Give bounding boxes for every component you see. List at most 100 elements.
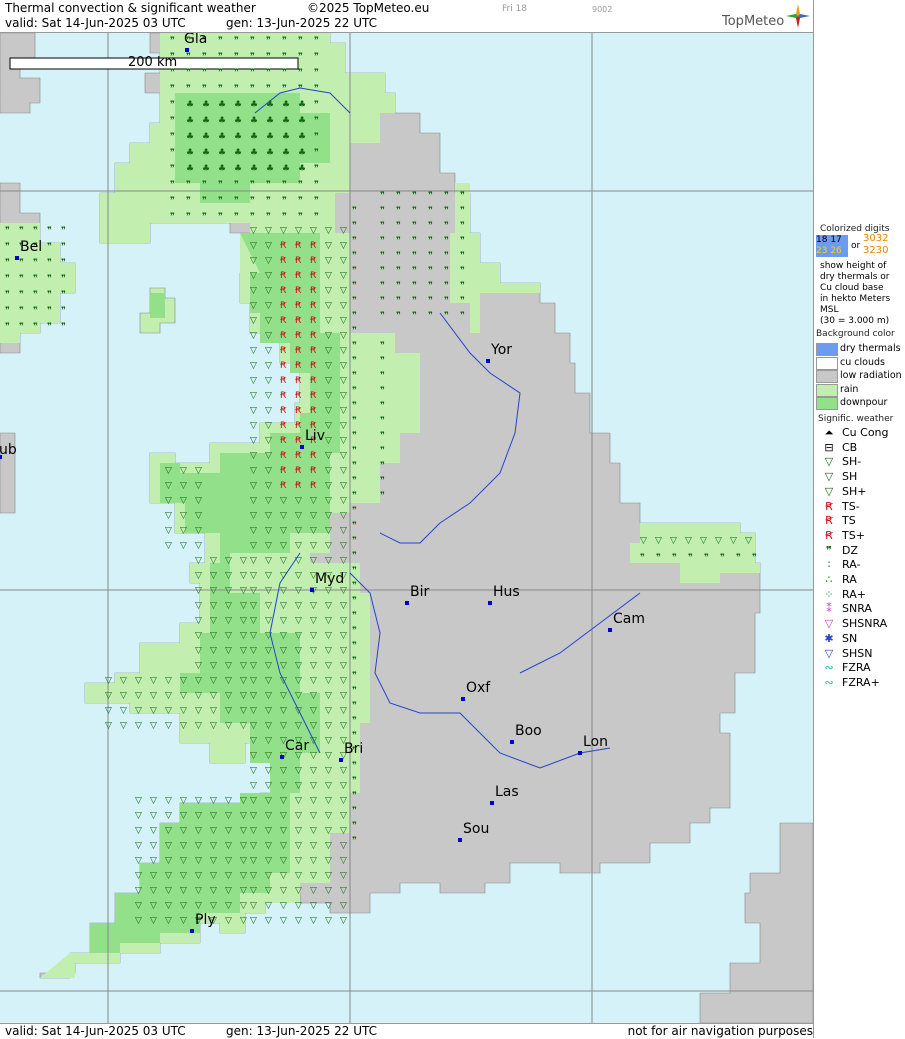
shower-symbol: ▽ xyxy=(310,901,317,911)
city-marker xyxy=(461,697,465,701)
drizzle-symbol: ❞ xyxy=(380,341,385,351)
drizzle-symbol: ❞ xyxy=(218,84,223,94)
shower-symbol: ▽ xyxy=(310,781,317,791)
shower-symbol: ▽ xyxy=(325,736,332,746)
drizzle-symbol: ❞ xyxy=(428,296,433,306)
thunderstorm-symbol: Ꞧ xyxy=(295,376,302,386)
shower-symbol: ▽ xyxy=(295,661,302,671)
thunderstorm-symbol: Ꞧ xyxy=(280,346,287,356)
shower-symbol: ▽ xyxy=(340,541,347,551)
valid-time: valid: Sat 14-Jun-2025 03 UTC xyxy=(5,16,186,30)
shower-symbol: ▽ xyxy=(150,916,157,926)
map-title: Thermal convection & significant weather xyxy=(5,1,256,15)
shower-symbol: ▽ xyxy=(310,721,317,731)
shower-symbol: ▽ xyxy=(310,661,317,671)
shower-symbol: ▽ xyxy=(180,901,187,911)
legend-symbol-icon: ⁘ xyxy=(824,587,834,601)
drizzle-symbol: ❞ xyxy=(444,296,449,306)
legend-digits-b1: 3230 xyxy=(863,245,889,256)
shower-symbol: ▽ xyxy=(265,841,272,851)
shower-symbol: ▽ xyxy=(310,541,317,551)
shower-symbol: ▽ xyxy=(340,916,347,926)
drizzle-symbol: ❞ xyxy=(186,52,191,62)
shower-symbol: ▽ xyxy=(240,886,247,896)
drizzle-symbol: ❞ xyxy=(352,791,357,801)
drizzle-symbol: ❞ xyxy=(314,68,319,78)
shower-symbol: ▽ xyxy=(250,901,257,911)
thunderstorm-symbol: Ꞧ xyxy=(295,346,302,356)
drizzle-symbol: ❞ xyxy=(47,274,52,284)
city-label-liv: Liv xyxy=(305,428,325,444)
shower-symbol: ▽ xyxy=(135,676,142,686)
drizzle-symbol: ❞ xyxy=(352,536,357,546)
drizzle-symbol: ❞ xyxy=(314,180,319,190)
shower-symbol: ▽ xyxy=(325,451,332,461)
drizzle-symbol: ❞ xyxy=(234,196,239,206)
legend-panel: Colorized digits 18 17 23 26 or 3032 323… xyxy=(813,0,905,1038)
shower-symbol: ▽ xyxy=(265,781,272,791)
shower-symbol: ▽ xyxy=(280,796,287,806)
thunderstorm-symbol: Ꞧ xyxy=(310,346,317,356)
city-label-yor: Yor xyxy=(490,342,512,358)
drizzle-symbol: ❞ xyxy=(314,196,319,206)
drizzle-symbol: ❞ xyxy=(266,68,271,78)
thunderstorm-symbol: Ꞧ xyxy=(310,241,317,251)
shower-symbol: ▽ xyxy=(250,466,257,476)
drizzle-symbol: ❞ xyxy=(5,274,10,284)
legend-digits-b0: 3032 xyxy=(863,233,889,244)
shower-symbol: ▽ xyxy=(265,241,272,251)
shower-symbol: ▽ xyxy=(180,691,187,701)
shower-symbol: ▽ xyxy=(325,646,332,656)
city-marker xyxy=(488,601,492,605)
drizzle-symbol: ❞ xyxy=(170,68,175,78)
shower-symbol: ▽ xyxy=(715,536,722,546)
legend-symbol-icon: ❞ xyxy=(826,543,832,557)
rain-plus-symbol: ♣ xyxy=(218,132,226,142)
shower-symbol: ▽ xyxy=(250,841,257,851)
rain-plus-symbol: ♣ xyxy=(218,164,226,174)
legend-swatch-label: dry thermals xyxy=(840,343,901,354)
thunderstorm-symbol: Ꞧ xyxy=(310,271,317,281)
shower-symbol: ▽ xyxy=(165,541,172,551)
shower-symbol: ▽ xyxy=(265,316,272,326)
shower-symbol: ▽ xyxy=(295,796,302,806)
compass-star-icon xyxy=(786,4,810,28)
weather-map[interactable]: 200 km ❞ ❞ ❞ ❞ ❞ ❞ ❞ ❞ ❞ ❞❞ ❞ ❞ ❞ ❞ ❞ ❞ ❞ ❞ ❞❞ ❞ ❞ ❞ ❞ ❞ ❞ ❞ ❞ ❞❞ ❞ ❞… xyxy=(0,33,813,1023)
rain-plus-symbol: ♣ xyxy=(250,116,258,126)
shower-symbol: ▽ xyxy=(135,811,142,821)
shower-symbol: ▽ xyxy=(265,811,272,821)
shower-symbol: ▽ xyxy=(195,631,202,641)
thunderstorm-symbol: Ꞧ xyxy=(310,406,317,416)
legend-symbol-icon: ⁑ xyxy=(826,602,832,616)
drizzle-symbol: ❞ xyxy=(266,52,271,62)
shower-symbol: ▽ xyxy=(210,796,217,806)
shower-symbol: ▽ xyxy=(265,916,272,926)
drizzle-symbol: ❞ xyxy=(5,242,10,252)
drizzle-symbol: ❞ xyxy=(61,226,66,236)
shower-symbol: ▽ xyxy=(135,691,142,701)
shower-symbol: ▽ xyxy=(240,826,247,836)
drizzle-symbol: ❞ xyxy=(186,68,191,78)
shower-symbol: ▽ xyxy=(295,901,302,911)
shower-symbol: ▽ xyxy=(340,661,347,671)
legend-symbol-icon: ∶ xyxy=(827,558,831,572)
city-label-oxf: Oxf xyxy=(466,680,491,696)
shower-symbol: ▽ xyxy=(325,886,332,896)
shower-symbol: ▽ xyxy=(265,901,272,911)
rain-plus-symbol: ♣ xyxy=(250,164,258,174)
shower-symbol: ▽ xyxy=(340,631,347,641)
shower-symbol: ▽ xyxy=(325,421,332,431)
shower-symbol: ▽ xyxy=(265,481,272,491)
shower-symbol: ▽ xyxy=(150,886,157,896)
legend-digits-swatch: 18 17 23 26 xyxy=(816,235,848,257)
drizzle-symbol: ❞ xyxy=(234,68,239,78)
shower-symbol: ▽ xyxy=(265,751,272,761)
legend-symbol-label: SH+ xyxy=(842,484,867,498)
shower-symbol: ▽ xyxy=(310,601,317,611)
city-marker xyxy=(490,801,494,805)
shower-symbol: ▽ xyxy=(340,556,347,566)
shower-symbol: ▽ xyxy=(120,691,127,701)
drizzle-symbol: ❞ xyxy=(250,52,255,62)
shower-symbol: ▽ xyxy=(325,316,332,326)
drizzle-symbol: ❞ xyxy=(380,221,385,231)
